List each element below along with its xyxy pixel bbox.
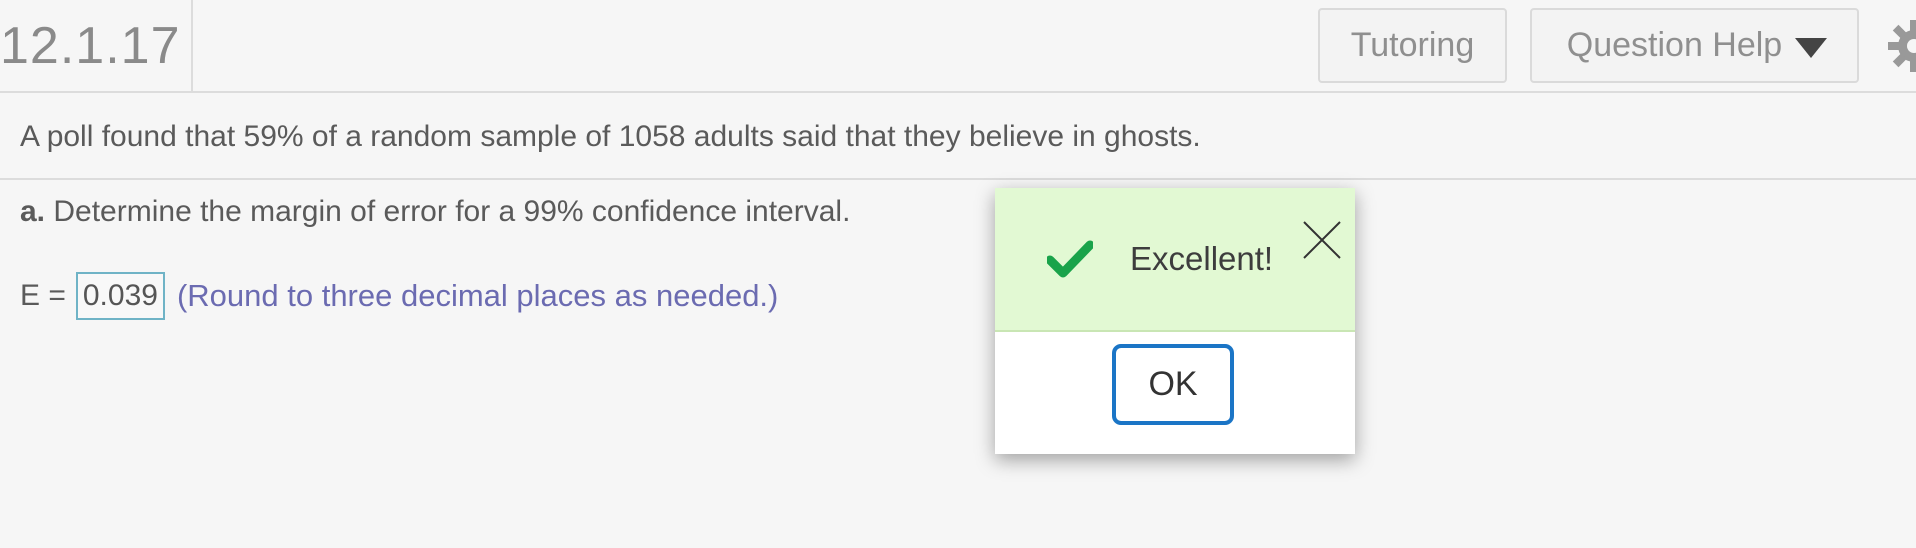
gear-icon[interactable] xyxy=(1884,16,1916,76)
problem-statement: A poll found that 59% of a random sample… xyxy=(20,120,1201,153)
divider xyxy=(0,178,1916,180)
close-icon[interactable] xyxy=(1302,220,1342,260)
caret-down-icon xyxy=(1795,38,1827,58)
question-number: 12.1.17 xyxy=(0,0,193,92)
feedback-dialog: Excellent! OK xyxy=(995,188,1355,454)
part-a-label: a. xyxy=(20,195,46,228)
ok-button[interactable]: OK xyxy=(1112,344,1234,425)
feedback-message: Excellent! xyxy=(1130,240,1274,277)
question-help-label: Question Help xyxy=(1566,26,1783,64)
top-bar: 12.1.17 Tutoring Question Help xyxy=(0,0,1916,93)
dialog-header: Excellent! xyxy=(995,188,1355,332)
part-a-prompt: a. Determine the margin of error for a 9… xyxy=(20,195,850,229)
rounding-hint: (Round to three decimal places as needed… xyxy=(176,278,779,313)
part-a-text: Determine the margin of error for a 99% … xyxy=(45,195,851,228)
question-help-button[interactable]: Question Help xyxy=(1530,8,1859,83)
answer-label: E = xyxy=(20,279,66,312)
answer-input[interactable]: 0.039 xyxy=(75,272,165,320)
checkmark-icon xyxy=(1047,240,1093,278)
tutoring-button[interactable]: Tutoring xyxy=(1318,8,1507,83)
answer-row: E = 0.039 (Round to three decimal places… xyxy=(20,272,778,320)
